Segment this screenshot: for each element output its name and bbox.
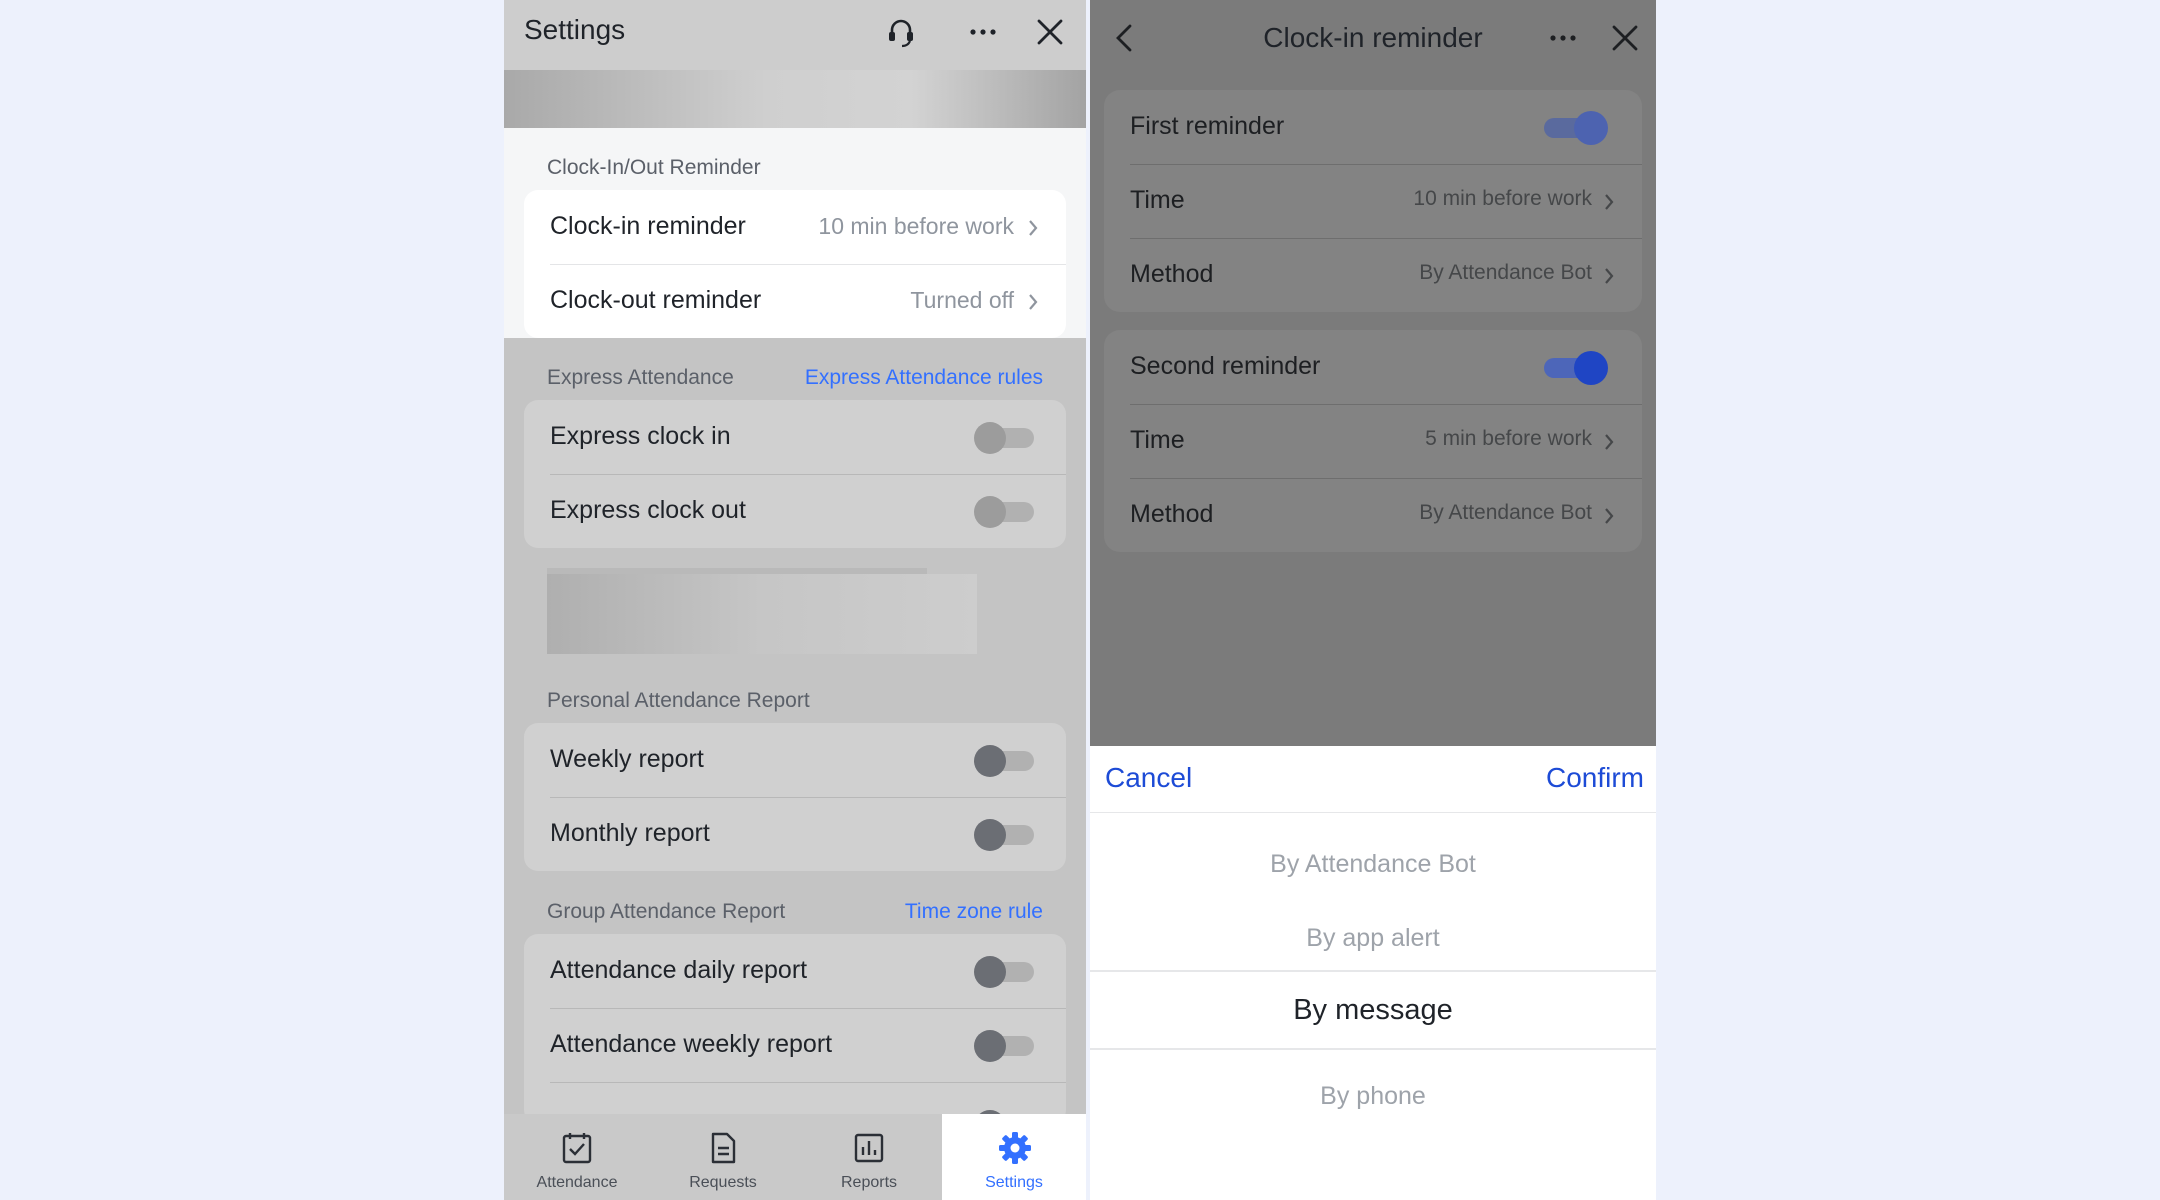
divider xyxy=(1090,812,1656,813)
blurred-image xyxy=(547,574,977,654)
row-label: Clock-out reminder xyxy=(550,286,762,314)
chevron-right-icon xyxy=(1605,508,1614,524)
row-value: By Attendance Bot xyxy=(1419,501,1592,524)
row-label: Time xyxy=(1130,426,1185,454)
tab-requests[interactable]: Requests xyxy=(650,1114,796,1200)
weekly-group-report-row: Attendance weekly report xyxy=(524,1008,1066,1082)
clock-reminder-section: Clock-In/Out Reminder Clock-in reminder … xyxy=(504,128,1086,338)
row-label: Time xyxy=(1130,186,1185,214)
row-value: 10 min before work xyxy=(1413,187,1592,210)
confirm-button[interactable]: Confirm xyxy=(1546,762,1644,794)
requests-icon xyxy=(711,1132,736,1164)
blurred-banner xyxy=(504,70,1086,128)
cancel-button[interactable]: Cancel xyxy=(1105,762,1192,794)
chevron-right-icon xyxy=(1605,434,1614,450)
tab-settings[interactable]: Settings xyxy=(942,1114,1086,1200)
close-icon[interactable] xyxy=(1032,14,1068,50)
chevron-right-icon xyxy=(1605,268,1614,284)
express-clock-out-toggle[interactable] xyxy=(974,496,1034,528)
settings-screen: Settings Clock-In/Out Reminder Clock-in … xyxy=(504,0,1086,1200)
row-value: 10 min before work xyxy=(818,213,1014,239)
row-label: Monthly report xyxy=(550,819,710,847)
row-label: Express clock out xyxy=(550,496,746,524)
chevron-right-icon xyxy=(1029,294,1038,310)
second-time-row[interactable]: Time 5 min before work xyxy=(1104,404,1642,478)
row-value: 5 min before work xyxy=(1425,427,1592,450)
clock-reminder-card: Clock-in reminder 10 min before work Clo… xyxy=(524,190,1066,338)
more-icon[interactable] xyxy=(1545,20,1581,56)
section-label-clock-reminder: Clock-In/Out Reminder xyxy=(547,156,761,179)
second-reminder-card: Second reminder Time 5 min before work M… xyxy=(1104,330,1642,552)
row-label: Express clock in xyxy=(550,422,731,450)
tab-label: Attendance xyxy=(536,1174,618,1191)
tab-reports[interactable]: Reports xyxy=(796,1114,942,1200)
section-label-personal-report: Personal Attendance Report xyxy=(547,689,810,712)
daily-report-toggle[interactable] xyxy=(974,956,1034,988)
section-label-group-report: Group Attendance Report xyxy=(547,900,786,923)
attendance-icon xyxy=(562,1133,592,1164)
second-method-row[interactable]: Method By Attendance Bot xyxy=(1104,478,1642,552)
row-label: Attendance weekly report xyxy=(550,1030,833,1058)
weekly-report-toggle[interactable] xyxy=(974,745,1034,777)
row-label: Method xyxy=(1130,500,1214,528)
tab-label: Settings xyxy=(985,1174,1043,1191)
row-label: First reminder xyxy=(1130,112,1285,140)
express-clock-in-toggle[interactable] xyxy=(974,422,1034,454)
group-report-card: Attendance daily report Attendance weekl… xyxy=(524,934,1066,1124)
picker-option-message[interactable]: By message xyxy=(1090,994,1656,1027)
picker-option-app-alert[interactable]: By app alert xyxy=(1090,924,1656,953)
clock-out-reminder-row[interactable]: Clock-out reminder Turned off xyxy=(524,264,1066,338)
row-label: Attendance daily report xyxy=(550,956,808,984)
weekly-report-row: Weekly report xyxy=(524,723,1066,797)
row-value: By Attendance Bot xyxy=(1419,261,1592,284)
selection-line-bottom xyxy=(1090,1048,1656,1050)
selection-line-top xyxy=(1090,970,1656,972)
first-reminder-row: First reminder xyxy=(1104,90,1642,164)
clock-in-reminder-screen: Clock-in reminder First reminder Time 10… xyxy=(1090,0,1656,1200)
monthly-report-row: Monthly report xyxy=(524,797,1066,871)
close-icon[interactable] xyxy=(1607,20,1643,56)
section-label-express-attendance: Express Attendance xyxy=(547,366,734,389)
first-time-row[interactable]: Time 10 min before work xyxy=(1104,164,1642,238)
time-zone-rule-link[interactable]: Time zone rule xyxy=(905,900,1043,924)
chevron-right-icon xyxy=(1029,220,1038,236)
second-reminder-row: Second reminder xyxy=(1104,330,1642,404)
method-picker-sheet: Cancel Confirm By Attendance Bot By app … xyxy=(1090,746,1656,1200)
first-reminder-switch[interactable] xyxy=(1544,110,1608,146)
more-icon[interactable] xyxy=(965,14,1001,50)
express-attendance-rules-link[interactable]: Express Attendance rules xyxy=(805,366,1043,390)
daily-report-row: Attendance daily report xyxy=(524,934,1066,1008)
personal-report-card: Weekly report Monthly report xyxy=(524,723,1066,871)
second-reminder-switch[interactable] xyxy=(1544,350,1608,386)
chevron-right-icon xyxy=(1605,194,1614,210)
clock-in-reminder-row[interactable]: Clock-in reminder 10 min before work xyxy=(524,190,1066,264)
express-clock-in-row: Express clock in xyxy=(524,400,1066,474)
tab-label: Reports xyxy=(840,1174,898,1191)
picker-option-phone[interactable]: By phone xyxy=(1090,1082,1656,1111)
row-label: Clock-in reminder xyxy=(550,212,746,240)
reports-icon xyxy=(854,1133,884,1163)
picker-option-bot[interactable]: By Attendance Bot xyxy=(1090,850,1656,879)
monthly-report-toggle[interactable] xyxy=(974,819,1034,851)
tab-attendance[interactable]: Attendance xyxy=(504,1114,650,1200)
settings-header: Settings xyxy=(504,0,1086,70)
first-reminder-card: First reminder Time 10 min before work M… xyxy=(1104,90,1642,312)
row-value: Turned off xyxy=(910,287,1014,313)
express-clock-out-row: Express clock out xyxy=(524,474,1066,548)
express-attendance-card: Express clock in Express clock out xyxy=(524,400,1066,548)
row-label: Second reminder xyxy=(1130,352,1321,380)
row-label: Method xyxy=(1130,260,1214,288)
page-title: Settings xyxy=(524,14,626,45)
weekly-group-report-toggle[interactable] xyxy=(974,1030,1034,1062)
settings-gear-icon xyxy=(999,1132,1031,1164)
bottom-tab-bar: Attendance Requests Reports Settings xyxy=(504,1114,1086,1200)
headset-icon[interactable] xyxy=(883,14,919,50)
first-method-row[interactable]: Method By Attendance Bot xyxy=(1104,238,1642,312)
row-label: Weekly report xyxy=(550,745,704,773)
tab-label: Requests xyxy=(689,1174,757,1191)
